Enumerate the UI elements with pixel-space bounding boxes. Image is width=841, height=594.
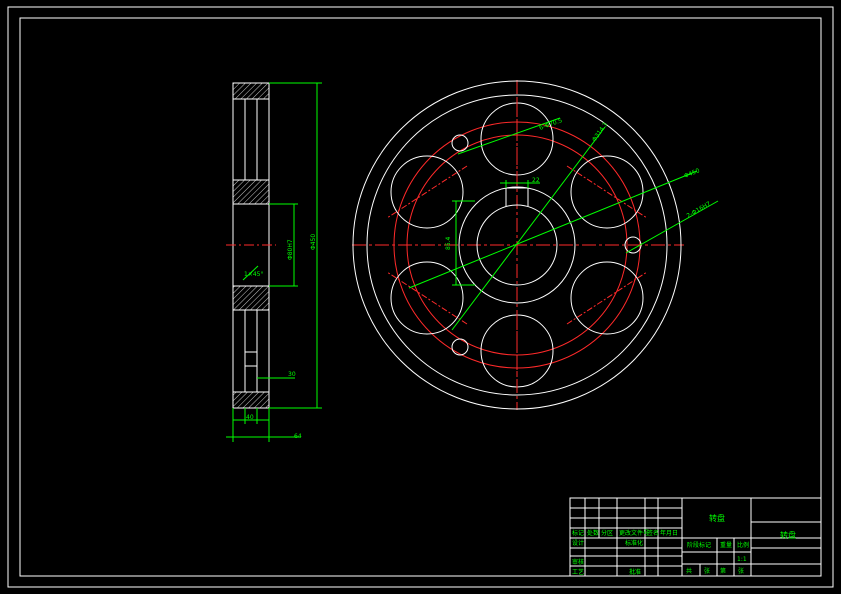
dim-pin-holes: 2-Φ16H7 [686, 200, 713, 219]
pin-hole-bottom-left [451, 338, 469, 356]
hatch-rim-bottom [232, 391, 270, 409]
dim-hub: 40 [246, 414, 254, 421]
side-dimension-labels: Φ450 Φ80H7 64 40 30 1×45° [244, 234, 317, 440]
drawing-number: 转盘 [780, 530, 796, 540]
web-hole-bottom-right [570, 261, 644, 335]
dim-outer: Φ450 [683, 167, 701, 180]
label-approve: 批准 [629, 568, 641, 576]
label-signature: 签名 [647, 529, 659, 537]
dim-groove: 30 [288, 371, 296, 378]
hatch-rim-top [232, 82, 270, 100]
label-process: 工艺 [572, 568, 584, 576]
label-designer: 设计 [572, 539, 584, 547]
label-page: 第 [720, 567, 726, 575]
dim-bore: Φ80H7 [287, 239, 294, 260]
dim-keyway-depth: 85.4 [445, 236, 452, 250]
pin-hole-top-left [451, 134, 469, 152]
label-review: 审核 [572, 558, 584, 566]
part-name: 转盘 [709, 513, 725, 523]
scale-value: 1:1 [737, 556, 747, 563]
dim-overall-diameter: Φ450 [310, 234, 317, 250]
dim-keyway-width: 22 [532, 177, 540, 184]
label-scale: 比例 [737, 541, 749, 549]
web-hole-bottom-left [390, 261, 464, 335]
label-change-doc: 更改文件号 [619, 529, 649, 537]
label-count: 处数 [587, 529, 599, 537]
label-date: 年月日 [660, 529, 678, 537]
label-weight: 重量 [720, 541, 732, 549]
label-zone: 分区 [601, 529, 613, 537]
dim-chamfer: 1×45° [244, 271, 263, 278]
label-sheet-of: 张 [704, 567, 710, 575]
dim-pitch-circle: Φ314.3 [591, 121, 609, 143]
side-section-view [226, 82, 322, 442]
cad-drawing-sheet: Φ450 Φ80H7 64 40 30 1×45° 6-Φ70.5 Φ314.3… [7, 6, 834, 588]
web-hole-top-left [390, 155, 464, 229]
label-sheet-of-2: 张 [738, 567, 744, 575]
hatch-hub-bottom [232, 285, 270, 311]
web-hole-top-right [570, 155, 644, 229]
hatch-hub-top [232, 179, 270, 205]
label-standard: 标准化 [625, 539, 643, 547]
label-sheet-total: 共 [686, 567, 692, 575]
label-stage: 阶段标记 [687, 541, 711, 549]
label-mark: 标记 [572, 529, 584, 537]
dim-width: 64 [294, 433, 302, 440]
front-dimension-labels: 6-Φ70.5 Φ314.3 Φ450 2-Φ16H7 85.4 22 [445, 117, 712, 250]
front-view [352, 80, 719, 410]
